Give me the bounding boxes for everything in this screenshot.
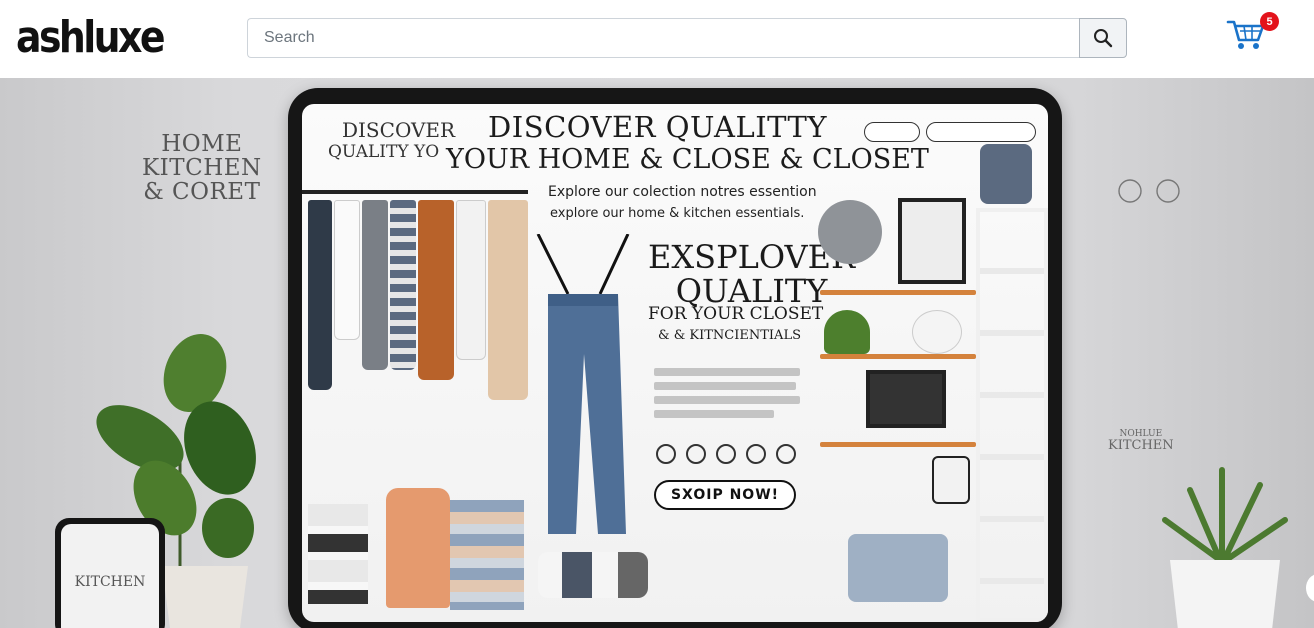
shop-now-button[interactable]: SXOIP NOW! <box>654 480 796 510</box>
screen-paragraph-line <box>654 382 796 390</box>
screen-big-line: FOR YOUR CLOSET <box>648 304 824 324</box>
screen-subtitle-2: explore our home & kitchen essentials. <box>550 206 805 221</box>
shoes-image <box>308 504 368 604</box>
screen-social-icons <box>656 444 796 464</box>
garment <box>362 200 388 370</box>
garment <box>334 200 360 340</box>
garment <box>390 200 416 370</box>
screen-headline-2: YOUR HOME & CLOSE & CLOSET <box>446 144 929 175</box>
jeans-image <box>536 234 630 534</box>
site-header: ashluxe 5 <box>0 0 1314 78</box>
wall-line: HOME <box>161 131 243 157</box>
screen-nav-pill <box>864 122 920 142</box>
carousel-next-button[interactable] <box>1306 574 1314 602</box>
search-bar <box>247 18 1127 58</box>
garment <box>308 200 332 390</box>
search-icon <box>1094 29 1113 48</box>
shelf <box>820 290 976 295</box>
screen-paragraph-line <box>654 368 800 376</box>
frame-image <box>898 198 966 284</box>
screen-nav-pill <box>926 122 1036 142</box>
shelf <box>820 442 976 447</box>
hoodie-image <box>386 488 450 608</box>
tablet-screen: DISCOVER QUALITY YO DISCOVER QUALITTY YO… <box>302 104 1048 622</box>
phone-mockup-image: KITCHEN <box>55 518 165 628</box>
screen-headline-1: DISCOVER QUALITTY <box>488 110 828 144</box>
speaker-image <box>932 456 970 504</box>
tablet-mockup: DISCOVER QUALITY YO DISCOVER QUALITTY YO… <box>288 88 1062 628</box>
hat-image <box>818 200 882 264</box>
phone-screen-label: KITCHEN <box>61 524 159 628</box>
screen-subtitle-1: Explore our colection notres essention <box>548 184 817 200</box>
site-logo[interactable]: ashluxe <box>16 14 166 62</box>
plant-right-image <box>1162 467 1288 628</box>
wall-line: & CORET <box>143 179 261 206</box>
garment <box>418 200 454 380</box>
cart-button[interactable]: 5 <box>1226 12 1279 54</box>
search-input[interactable] <box>247 18 1079 58</box>
hero-banner[interactable]: HOME KITCHEN & CORET NOHLUE KITCHEN KITC… <box>0 78 1314 628</box>
screen-paragraph-line <box>654 396 800 404</box>
wall-line: KITCHEN <box>142 155 262 182</box>
plant-pot-image <box>824 310 870 354</box>
cart-count-badge: 5 <box>1260 12 1279 31</box>
sneakers-image <box>538 552 648 598</box>
search-button[interactable] <box>1079 18 1127 58</box>
shelf <box>820 354 976 359</box>
towels-image <box>848 534 948 602</box>
clothing-rack-bar <box>302 190 528 194</box>
folded-stack-image <box>450 500 524 610</box>
screen-headline-left-1: DISCOVER <box>342 118 456 142</box>
garment <box>456 200 486 360</box>
wall-lettering-left: HOME KITCHEN & CORET <box>142 131 262 206</box>
bowls-image <box>912 310 962 354</box>
screen-paragraph-line <box>654 410 774 418</box>
sweater-image <box>980 144 1032 204</box>
laptop-image <box>866 370 946 428</box>
garment <box>488 200 528 400</box>
wall-icons <box>1118 179 1180 203</box>
bookshelf-image <box>976 208 1048 622</box>
screen-big-line: & & KITNCIENTIALS <box>658 328 801 343</box>
screen-headline-left-2: QUALITY YO <box>328 142 440 162</box>
